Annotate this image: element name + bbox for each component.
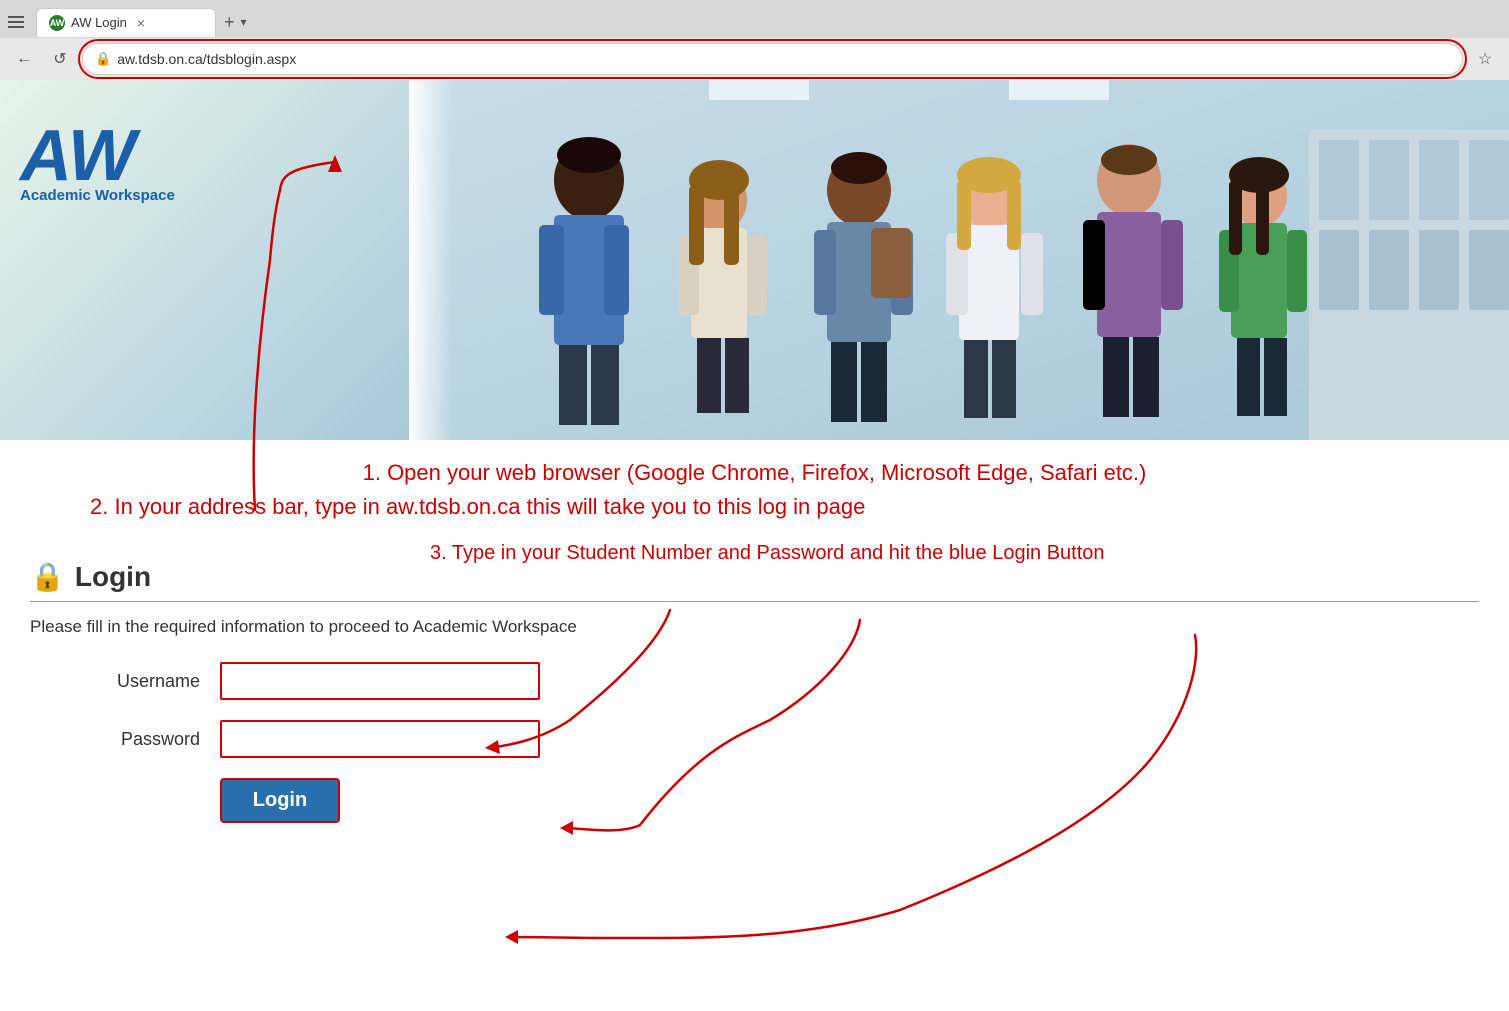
password-label: Password bbox=[80, 729, 200, 750]
refresh-button[interactable]: ↺ bbox=[46, 45, 74, 73]
back-button[interactable]: ← bbox=[10, 45, 38, 73]
login-lock-icon: 🔒 bbox=[30, 560, 65, 593]
login-divider bbox=[30, 601, 1479, 602]
lock-icon: 🔒 bbox=[95, 51, 111, 67]
active-tab[interactable]: AW AW Login × bbox=[36, 8, 216, 37]
tab-title: AW Login bbox=[71, 15, 127, 30]
aw-logo-main: AW bbox=[20, 120, 175, 192]
password-input[interactable] bbox=[220, 720, 540, 758]
login-button[interactable]: Login bbox=[220, 778, 340, 823]
instruction-3: 3. Type in your Student Number and Passw… bbox=[430, 542, 1190, 565]
url-display: aw.tdsb.on.ca/tdsblogin.aspx bbox=[117, 51, 296, 67]
instructions-area: 1. Open your web browser (Google Chrome,… bbox=[0, 440, 1509, 550]
address-bar[interactable]: 🔒 aw.tdsb.on.ca/tdsblogin.aspx bbox=[82, 43, 1463, 75]
page-content: AW Academic Workspace bbox=[0, 80, 1509, 1011]
bookmarks-button[interactable]: ☆ bbox=[1471, 45, 1499, 73]
instruction-1: 1. Open your web browser (Google Chrome,… bbox=[30, 460, 1479, 486]
students-photo bbox=[409, 80, 1509, 440]
aw-logo: AW Academic Workspace bbox=[20, 120, 175, 204]
username-label: Username bbox=[80, 671, 200, 692]
hero-section: AW Academic Workspace bbox=[0, 80, 1509, 440]
address-bar-row: ← ↺ 🔒 aw.tdsb.on.ca/tdsblogin.aspx ☆ bbox=[0, 38, 1509, 80]
tab-bar: AW AW Login × + ▾ bbox=[0, 0, 1509, 38]
new-tab-button[interactable]: + bbox=[224, 12, 235, 33]
username-row: Username bbox=[80, 662, 1479, 700]
login-description: Please fill in the required information … bbox=[30, 617, 1479, 637]
tab-close-button[interactable]: × bbox=[137, 15, 145, 31]
password-row: Password bbox=[80, 720, 1479, 758]
login-title: Login bbox=[75, 561, 151, 593]
browser-menu-icon[interactable] bbox=[8, 12, 28, 32]
tab-dropdown-button[interactable]: ▾ bbox=[241, 15, 247, 29]
address-text: aw.tdsb.on.ca/tdsblogin.aspx bbox=[117, 51, 1450, 67]
username-input[interactable] bbox=[220, 662, 540, 700]
aw-logo-sub: Academic Workspace bbox=[20, 187, 175, 204]
login-section: 🔒 Login Please fill in the required info… bbox=[0, 550, 1509, 843]
tab-favicon: AW bbox=[49, 15, 65, 31]
instruction-2: 2. In your address bar, type in aw.tdsb.… bbox=[90, 494, 1479, 520]
browser-chrome: AW AW Login × + ▾ ← ↺ 🔒 aw.tdsb.on.ca/td… bbox=[0, 0, 1509, 80]
